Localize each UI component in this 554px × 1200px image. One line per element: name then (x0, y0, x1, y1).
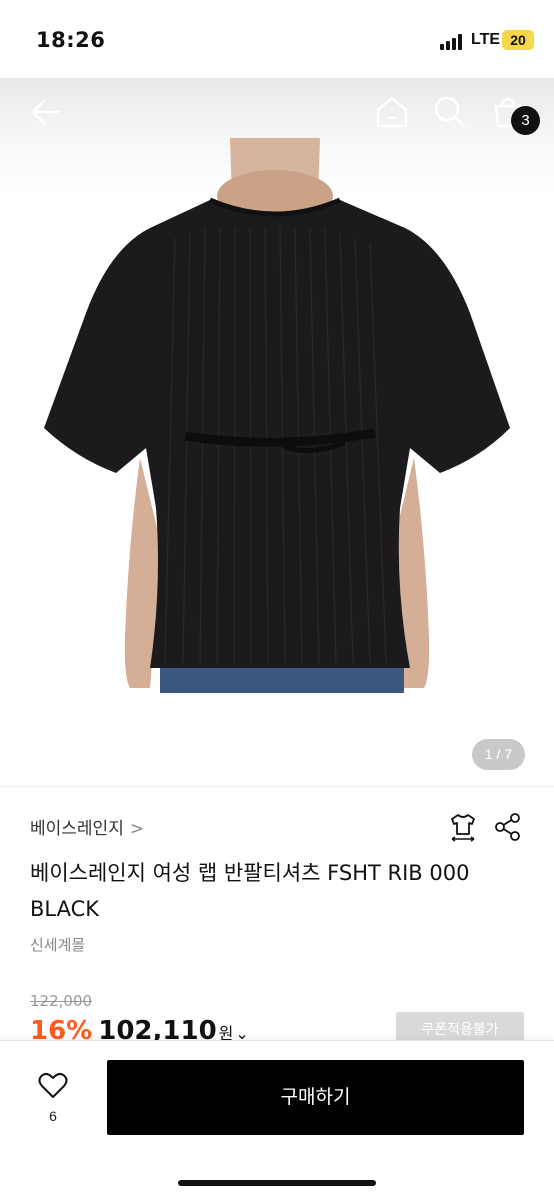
brand-name: 베이스레인지 (30, 819, 124, 839)
back-button[interactable] (26, 92, 66, 132)
heart-icon (38, 1072, 68, 1098)
home-button[interactable] (372, 92, 412, 132)
tshirt-size-icon (451, 814, 475, 842)
buy-button[interactable]: 구매하기 (107, 1060, 524, 1135)
seller-name: 신세계몰 (30, 936, 86, 954)
product-image-gallery[interactable] (0, 78, 554, 784)
product-photo (44, 138, 510, 693)
battery-icon: 20 (502, 30, 534, 50)
search-button[interactable] (430, 92, 470, 132)
search-icon (434, 96, 466, 128)
original-price: 122,000 (30, 992, 93, 1010)
product-title: 베이스레인지 여성 랩 반팔티셔츠 FSHT RIB 000 BLACK (30, 861, 470, 921)
top-nav (0, 78, 554, 148)
brand-link[interactable]: 베이스레인지 > (30, 814, 144, 839)
image-pager: 1 / 7 (472, 739, 525, 770)
chevron-right-icon: > (129, 819, 145, 839)
like-button[interactable]: 6 (28, 1072, 78, 1132)
status-time: 18:26 (36, 28, 106, 52)
share-icon (495, 813, 520, 841)
status-bar: 18:26 LTE 20 (0, 0, 554, 78)
home-icon (376, 96, 408, 128)
like-count: 6 (49, 1108, 57, 1124)
share-button[interactable] (493, 812, 523, 842)
network-label: LTE (471, 31, 501, 48)
divider (0, 786, 554, 787)
home-indicator (178, 1180, 376, 1186)
arrow-left-icon (31, 99, 60, 125)
size-guide-button[interactable] (448, 812, 478, 842)
signal-icon (440, 34, 466, 50)
cart-count-badge: 3 (511, 106, 540, 135)
